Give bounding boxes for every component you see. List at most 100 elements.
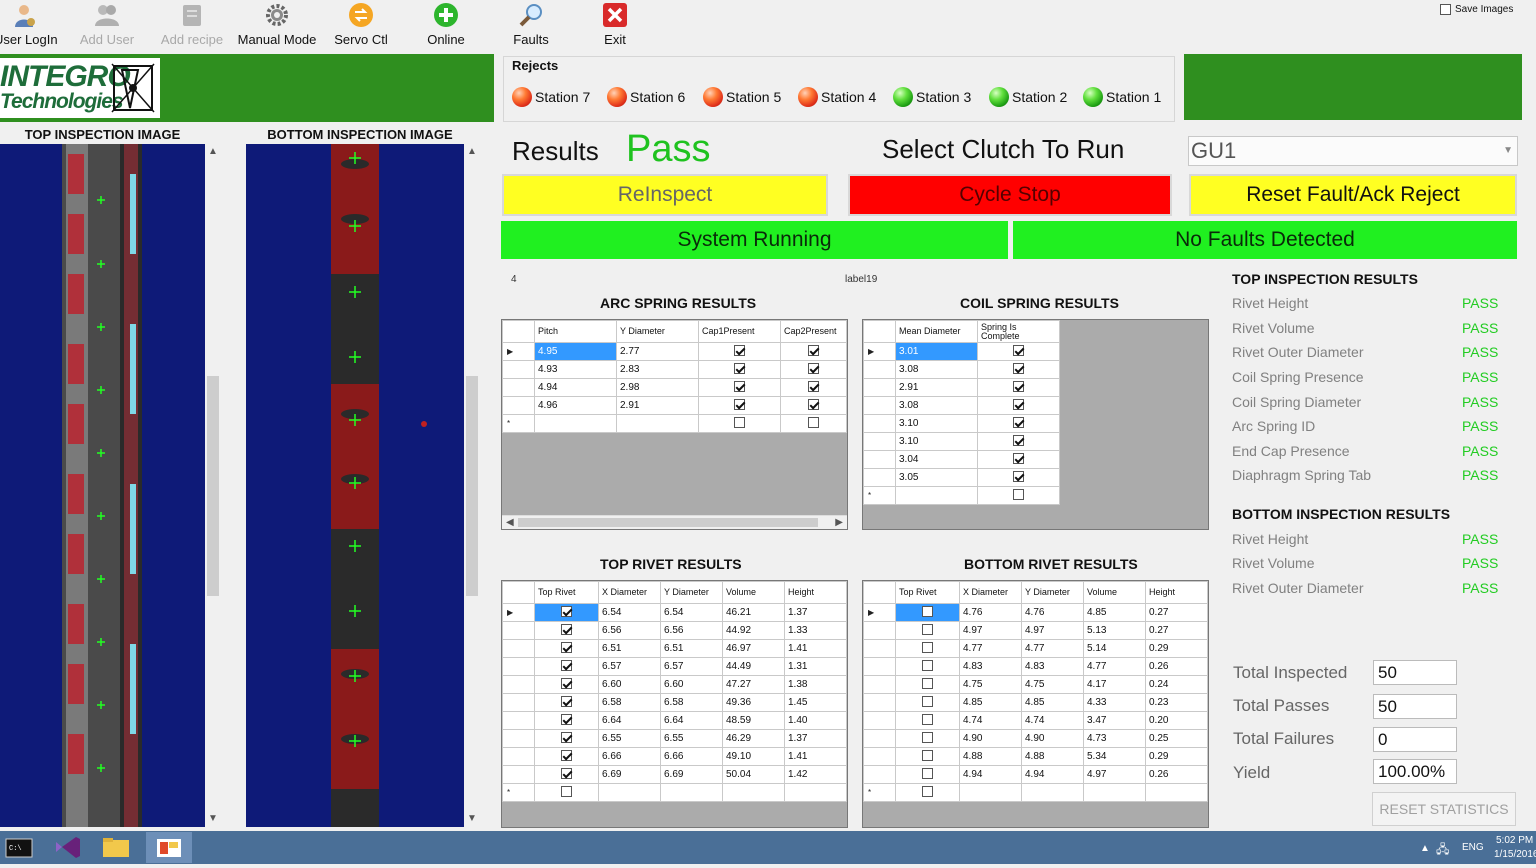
inspection-app-button[interactable]: [146, 832, 192, 863]
checkbox[interactable]: [1013, 398, 1024, 410]
table-row[interactable]: 4.85 4.85 4.33 0.23: [863, 693, 1208, 712]
empty-cell[interactable]: [722, 783, 785, 802]
column-header[interactable]: X Diameter: [959, 581, 1022, 604]
y-diameter-cell[interactable]: 2.98: [616, 378, 699, 397]
complete-cell[interactable]: [977, 360, 1060, 379]
rivet-check-cell[interactable]: [534, 765, 599, 784]
volume-cell[interactable]: 44.92: [722, 621, 785, 640]
rivet-check-cell[interactable]: [895, 603, 960, 622]
empty-cell[interactable]: [977, 486, 1060, 505]
y-cell[interactable]: 4.77: [1021, 639, 1084, 658]
bottom-rivet-grid[interactable]: Top Rivet X Diameter Y Diameter Volume H…: [862, 580, 1209, 828]
height-cell[interactable]: 1.41: [784, 639, 847, 658]
empty-cell[interactable]: [598, 783, 661, 802]
checkbox[interactable]: [922, 695, 933, 707]
empty-cell[interactable]: [534, 414, 617, 433]
column-header[interactable]: Height: [784, 581, 847, 604]
y-cell[interactable]: 6.58: [660, 693, 723, 712]
height-cell[interactable]: 0.27: [1145, 603, 1208, 622]
checkbox[interactable]: [922, 713, 933, 725]
table-row[interactable]: 4.96 2.91: [502, 396, 847, 415]
scroll-up-icon[interactable]: ▲: [208, 147, 218, 157]
rivet-check-cell[interactable]: [895, 765, 960, 784]
height-cell[interactable]: 1.40: [784, 711, 847, 730]
rivet-check-cell[interactable]: [895, 639, 960, 658]
table-row[interactable]: 6.57 6.57 44.49 1.31: [502, 657, 847, 676]
table-row[interactable]: 3.08: [863, 396, 1060, 415]
mean-diameter-cell[interactable]: 2.91: [895, 378, 978, 397]
y-cell[interactable]: 4.74: [1021, 711, 1084, 730]
checkbox[interactable]: [561, 749, 572, 761]
pitch-cell[interactable]: 4.93: [534, 360, 617, 379]
x-cell[interactable]: 6.60: [598, 675, 661, 694]
checkbox[interactable]: [734, 398, 745, 410]
column-header[interactable]: Spring Is Complete: [977, 320, 1060, 343]
x-cell[interactable]: 6.64: [598, 711, 661, 730]
volume-cell[interactable]: 4.73: [1083, 729, 1146, 748]
empty-cell[interactable]: [780, 414, 847, 433]
rivet-check-cell[interactable]: [534, 675, 599, 694]
height-cell[interactable]: 0.26: [1145, 657, 1208, 676]
checkbox[interactable]: [561, 659, 572, 671]
height-cell[interactable]: 0.29: [1145, 747, 1208, 766]
save-images-checkbox[interactable]: Save Images: [1440, 4, 1513, 15]
table-row[interactable]: ▶ 4.95 2.77: [502, 342, 847, 361]
volume-cell[interactable]: 49.36: [722, 693, 785, 712]
table-row[interactable]: 3.05: [863, 468, 1060, 487]
checkbox[interactable]: [1013, 362, 1024, 374]
y-cell[interactable]: 4.94: [1021, 765, 1084, 784]
new-row[interactable]: *: [863, 486, 1060, 505]
checkbox[interactable]: [1013, 452, 1024, 464]
height-cell[interactable]: 1.33: [784, 621, 847, 640]
volume-cell[interactable]: 5.34: [1083, 747, 1146, 766]
table-row[interactable]: ▶ 3.01: [863, 342, 1060, 361]
checkbox[interactable]: [922, 785, 933, 797]
x-cell[interactable]: 6.66: [598, 747, 661, 766]
column-header[interactable]: Y Diameter: [660, 581, 723, 604]
y-cell[interactable]: 4.75: [1021, 675, 1084, 694]
exit-button[interactable]: Exit: [584, 0, 646, 48]
column-header[interactable]: Volume: [722, 581, 785, 604]
table-row[interactable]: 6.69 6.69 50.04 1.42: [502, 765, 847, 784]
table-row[interactable]: 4.94 4.94 4.97 0.26: [863, 765, 1208, 784]
height-cell[interactable]: 0.27: [1145, 621, 1208, 640]
user-login-button[interactable]: User LogIn: [0, 0, 58, 48]
column-header[interactable]: Y Diameter: [616, 320, 699, 343]
volume-cell[interactable]: 3.47: [1083, 711, 1146, 730]
column-header[interactable]: Height: [1145, 581, 1208, 604]
x-cell[interactable]: 6.58: [598, 693, 661, 712]
top-rivet-grid[interactable]: Top Rivet X Diameter Y Diameter Volume H…: [501, 580, 848, 828]
checkbox[interactable]: [808, 416, 819, 428]
y-cell[interactable]: 4.83: [1021, 657, 1084, 676]
chevron-down-icon[interactable]: ▼: [1503, 145, 1513, 156]
empty-cell[interactable]: [1145, 783, 1208, 802]
volume-cell[interactable]: 44.49: [722, 657, 785, 676]
save-images-check[interactable]: [1440, 4, 1451, 15]
column-header[interactable]: Cap2Present: [780, 320, 847, 343]
pitch-cell[interactable]: 4.94: [534, 378, 617, 397]
rivet-check-cell[interactable]: [534, 729, 599, 748]
cap1-cell[interactable]: [698, 378, 781, 397]
x-cell[interactable]: 6.55: [598, 729, 661, 748]
checkbox[interactable]: [808, 344, 819, 356]
table-row[interactable]: 3.08: [863, 360, 1060, 379]
x-cell[interactable]: 4.83: [959, 657, 1022, 676]
volume-cell[interactable]: 46.21: [722, 603, 785, 622]
checkbox[interactable]: [561, 695, 572, 707]
empty-cell[interactable]: [534, 783, 599, 802]
checkbox[interactable]: [561, 767, 572, 779]
height-cell[interactable]: 0.20: [1145, 711, 1208, 730]
table-row[interactable]: 4.93 2.83: [502, 360, 847, 379]
mean-diameter-cell[interactable]: 3.05: [895, 468, 978, 487]
y-cell[interactable]: 4.90: [1021, 729, 1084, 748]
rivet-check-cell[interactable]: [534, 747, 599, 766]
height-cell[interactable]: 0.29: [1145, 639, 1208, 658]
checkbox[interactable]: [734, 416, 745, 428]
cap2-cell[interactable]: [780, 342, 847, 361]
table-row[interactable]: 4.90 4.90 4.73 0.25: [863, 729, 1208, 748]
checkbox[interactable]: [561, 641, 572, 653]
table-row[interactable]: 3.04: [863, 450, 1060, 469]
empty-cell[interactable]: [616, 414, 699, 433]
height-cell[interactable]: 1.37: [784, 729, 847, 748]
x-cell[interactable]: 4.97: [959, 621, 1022, 640]
